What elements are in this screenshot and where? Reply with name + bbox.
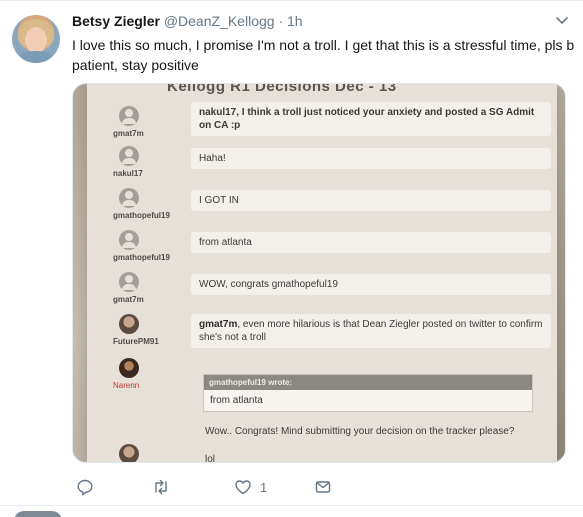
- chat-username: nakul17: [113, 169, 143, 178]
- tweet-text: I love this so much, I promise I'm not a…: [72, 37, 575, 73]
- user-avatar: [119, 358, 139, 378]
- chat-bubble-text: , even more hilarious is that Dean Ziegl…: [199, 319, 543, 343]
- chat-bubble: gmat7m, even more hilarious is that Dean…: [191, 314, 551, 348]
- chat-username: gmat7m: [113, 129, 144, 138]
- user-avatar: [119, 188, 139, 208]
- tweet: Betsy Ziegler @DeanZ_Kellogg · 1h I love…: [0, 0, 583, 517]
- author-avatar[interactable]: [12, 15, 60, 63]
- message-icon: [315, 481, 331, 493]
- tweet-photo[interactable]: Kellogg R1 Decisions Dec - 13 gmat7m nak…: [72, 83, 566, 463]
- reply-button[interactable]: [76, 477, 102, 497]
- direct-message-button[interactable]: [314, 477, 332, 497]
- chat-title: Kellogg R1 Decisions Dec - 13: [167, 83, 397, 95]
- chat-username: gmat7m: [113, 295, 144, 304]
- like-icon: [235, 480, 251, 495]
- separator: ·: [278, 13, 284, 29]
- author-name[interactable]: Betsy Ziegler: [72, 13, 160, 29]
- chat-username: gmathopeful19: [113, 211, 170, 220]
- chevron-down-icon[interactable]: [555, 13, 569, 27]
- chat-username: FuturePM91: [113, 337, 159, 346]
- chat-text: lol: [205, 454, 216, 463]
- user-avatar: [119, 272, 139, 292]
- user-avatar: [119, 314, 139, 334]
- chat-bubble: WOW, congrats gmathopeful19: [191, 274, 551, 295]
- tweet-actions: 1: [72, 477, 472, 497]
- chat-bubble: I GOT IN: [191, 190, 551, 211]
- user-avatar: [119, 146, 139, 166]
- chat-bubble: Haha!: [191, 148, 551, 169]
- chat-bubble: nakul17, I think a troll just noticed yo…: [191, 102, 551, 136]
- retweet-button[interactable]: [152, 477, 178, 497]
- quote-block: gmathopeful19 wrote: from atlanta: [203, 374, 533, 412]
- user-avatar: [119, 444, 139, 462]
- user-avatar: [119, 230, 139, 250]
- like-count: 1: [260, 479, 268, 495]
- quote-header: gmathopeful19 wrote:: [204, 375, 532, 390]
- tweet-time[interactable]: 1h: [287, 13, 303, 29]
- like-button[interactable]: 1: [234, 477, 267, 497]
- reply-icon: [77, 479, 93, 496]
- author-handle[interactable]: @DeanZ_Kellogg: [164, 13, 275, 29]
- retweet-icon: [155, 479, 167, 495]
- chat-username: gmathopeful19: [113, 253, 170, 262]
- quote-body: from atlanta: [210, 395, 263, 406]
- mention: gmat7m: [199, 319, 238, 330]
- next-tweet-avatar[interactable]: [14, 511, 62, 517]
- user-avatar: [119, 106, 139, 126]
- chat-text: Wow.. Congrats! Mind submitting your dec…: [205, 426, 515, 437]
- chat-username: Narenn: [113, 381, 140, 390]
- divider: [0, 505, 583, 506]
- chat-bubble: from atlanta: [191, 232, 551, 253]
- chat-screen: Kellogg R1 Decisions Dec - 13 gmat7m nak…: [87, 83, 557, 463]
- tweet-header: Betsy Ziegler @DeanZ_Kellogg · 1h: [72, 13, 303, 29]
